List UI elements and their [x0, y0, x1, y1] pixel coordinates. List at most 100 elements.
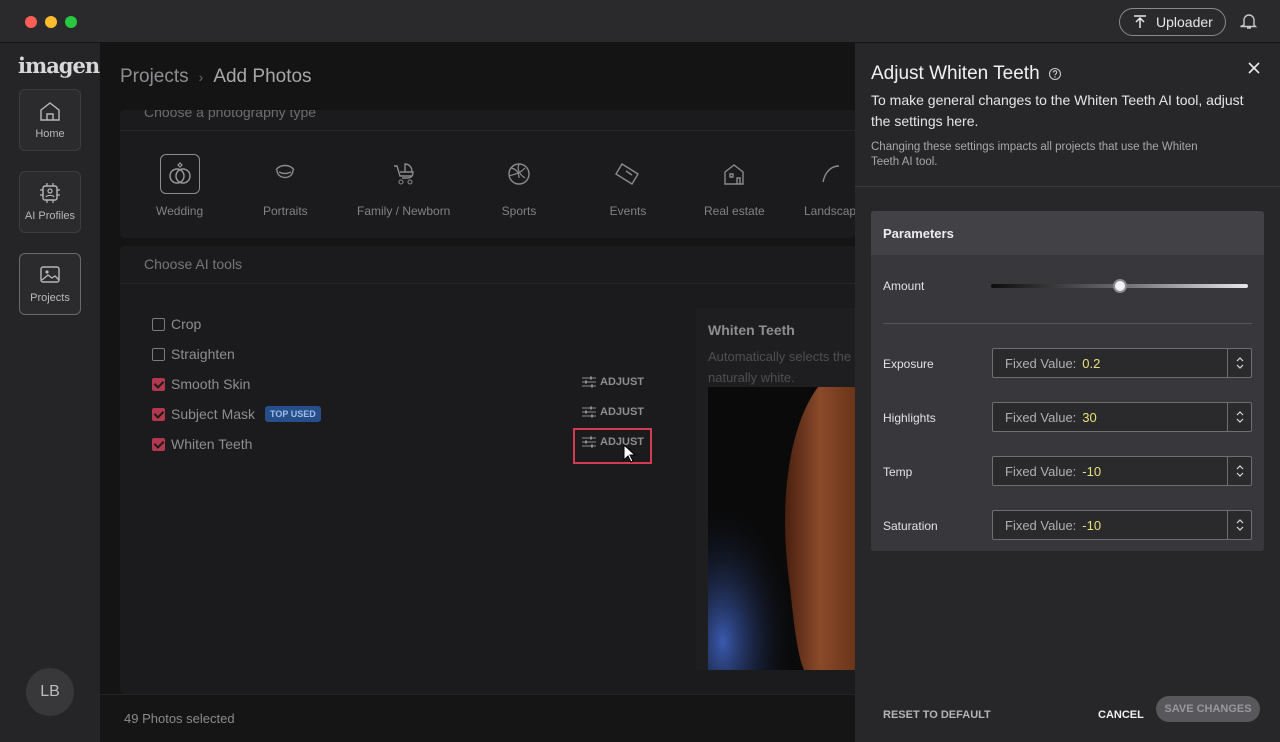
uploader-button[interactable]: Uploader: [1119, 8, 1226, 36]
preview-desc-line: Automatically selects the: [708, 349, 852, 364]
parameters-section: Parameters Amount Exposure Fixed Value: …: [871, 211, 1264, 551]
close-icon[interactable]: [1245, 59, 1263, 77]
photo-type-landscape[interactable]: Landscape: [804, 154, 855, 218]
ticket-icon: [615, 163, 639, 185]
photo-type-wedding[interactable]: Wedding: [156, 154, 203, 218]
field-value: 0.2: [1082, 355, 1101, 371]
chevron-right-icon: ›: [198, 69, 204, 85]
parameters-header: Parameters: [871, 211, 1264, 255]
photo-type-family-newborn[interactable]: Family / Newborn: [357, 154, 450, 218]
cancel-button[interactable]: CANCEL: [1098, 709, 1144, 721]
tool-label: Smooth Skin: [171, 376, 251, 392]
tool-smooth-skin[interactable]: Smooth Skin: [152, 376, 250, 392]
panel-note: Changing these settings impacts all proj…: [871, 141, 1198, 168]
tool-whiten-teeth[interactable]: Whiten Teeth: [152, 436, 252, 452]
checkbox[interactable]: [152, 347, 165, 361]
photo-type-label: Real estate: [704, 204, 765, 218]
tool-preview: Whiten Teeth Automatically selects the n…: [696, 308, 855, 670]
photo-type-real-estate[interactable]: Real estate: [704, 154, 765, 218]
app-window: Uploader imagen Home AI Profiles Project…: [0, 0, 1280, 742]
field-prefix: Fixed Value:: [1005, 355, 1077, 371]
divider: [855, 186, 1280, 187]
slider-knob[interactable]: [1112, 279, 1127, 293]
field-prefix: Fixed Value:: [1005, 463, 1077, 479]
maximize-window-button[interactable]: [65, 16, 77, 28]
divider: [120, 283, 855, 284]
up-down-icon: [1236, 465, 1243, 477]
photo-type-label: Family / Newborn: [357, 204, 451, 218]
home-icon: [40, 102, 60, 121]
avatar[interactable]: LB: [26, 668, 74, 716]
sidebar-item-ai-profiles[interactable]: AI Profiles: [19, 171, 81, 233]
ai-tools-header: Choose AI tools: [144, 256, 243, 272]
photo-type-portraits[interactable]: Portraits: [263, 154, 308, 218]
photos-selected-count: 49 Photos selected: [124, 711, 235, 726]
checkbox[interactable]: [152, 407, 165, 421]
volleyball-icon: [508, 163, 530, 185]
help-icon[interactable]: [1048, 67, 1062, 81]
checkbox[interactable]: [152, 317, 165, 331]
field-prefix: Fixed Value:: [1005, 409, 1077, 425]
field-value: -10: [1082, 463, 1102, 479]
photo-type-label: Wedding: [156, 204, 204, 218]
adjust-subject-mask-button[interactable]: ADJUST: [582, 406, 644, 418]
reset-to-default-button[interactable]: RESET TO DEFAULT: [883, 709, 991, 721]
temp-field[interactable]: Fixed Value: -10: [992, 456, 1252, 486]
photo-type-sports[interactable]: Sports: [499, 154, 539, 218]
stepper[interactable]: [1227, 403, 1251, 431]
preview-desc-line: naturally white.: [708, 370, 795, 385]
tool-label: Whiten Teeth: [171, 436, 253, 452]
sidebar-item-home[interactable]: Home: [19, 89, 81, 151]
field-prefix: Fixed Value:: [1005, 517, 1077, 533]
preview-description: Automatically selects the naturally whit…: [708, 346, 855, 388]
sidebar-item-label: Projects: [30, 292, 70, 304]
uploader-label: Uploader: [1156, 14, 1213, 30]
amount-slider[interactable]: [991, 279, 1248, 293]
tool-subject-mask[interactable]: Subject Mask TOP USED: [152, 406, 321, 422]
photo-type-events[interactable]: Events: [608, 154, 648, 218]
tool-label: Crop: [171, 316, 202, 332]
photo-type-card: Choose a photography type Wedding Portra…: [120, 110, 855, 238]
save-changes-button[interactable]: SAVE CHANGES: [1156, 696, 1260, 722]
panel-title: Adjust Whiten Teeth: [871, 63, 1062, 85]
stepper[interactable]: [1227, 349, 1251, 377]
highlights-label: Highlights: [883, 411, 936, 425]
adjust-smooth-skin-button[interactable]: ADJUST: [582, 376, 644, 388]
tool-label: Subject Mask: [171, 406, 256, 422]
temp-label: Temp: [883, 465, 913, 479]
highlights-field[interactable]: Fixed Value: 30: [992, 402, 1252, 432]
panel-subtitle: To make general changes to the Whiten Te…: [871, 92, 1244, 129]
sidebar-item-label: AI Profiles: [24, 210, 76, 222]
projects-icon: [40, 266, 60, 283]
breadcrumb-parent[interactable]: Projects: [120, 66, 189, 88]
breadcrumb-current: Add Photos: [213, 66, 312, 87]
stepper[interactable]: [1227, 457, 1251, 485]
wedding-rings-icon: [168, 162, 191, 184]
top-used-badge: TOP USED: [265, 406, 321, 422]
saturation-field[interactable]: Fixed Value: -10: [992, 510, 1252, 540]
landscape-icon: [822, 165, 840, 183]
sidebar-item-projects[interactable]: Projects: [19, 253, 81, 315]
minimize-window-button[interactable]: [45, 16, 57, 28]
app-logo: imagen: [18, 53, 100, 78]
tool-crop[interactable]: Crop: [152, 316, 201, 332]
close-window-button[interactable]: [25, 16, 37, 28]
photo-type-label: Landscape: [804, 204, 855, 218]
preview-image: [708, 387, 855, 670]
sliders-icon: [582, 406, 596, 418]
tool-straighten[interactable]: Straighten: [152, 346, 235, 362]
photo-type-header: Choose a photography type: [144, 110, 317, 120]
photo-type-label: Portraits: [263, 204, 308, 218]
divider: [120, 130, 855, 131]
exposure-field[interactable]: Fixed Value: 0.2: [992, 348, 1252, 378]
checkbox[interactable]: [152, 437, 165, 451]
stepper[interactable]: [1227, 511, 1251, 539]
bell-icon[interactable]: [1240, 12, 1258, 30]
amount-label: Amount: [883, 279, 925, 293]
portrait-icon: [275, 164, 295, 179]
up-down-icon: [1236, 411, 1243, 423]
highlight-box: [573, 428, 652, 464]
breadcrumb: Projects › Add Photos: [120, 66, 312, 88]
checkbox[interactable]: [152, 377, 165, 391]
saturation-label: Saturation: [883, 519, 938, 533]
